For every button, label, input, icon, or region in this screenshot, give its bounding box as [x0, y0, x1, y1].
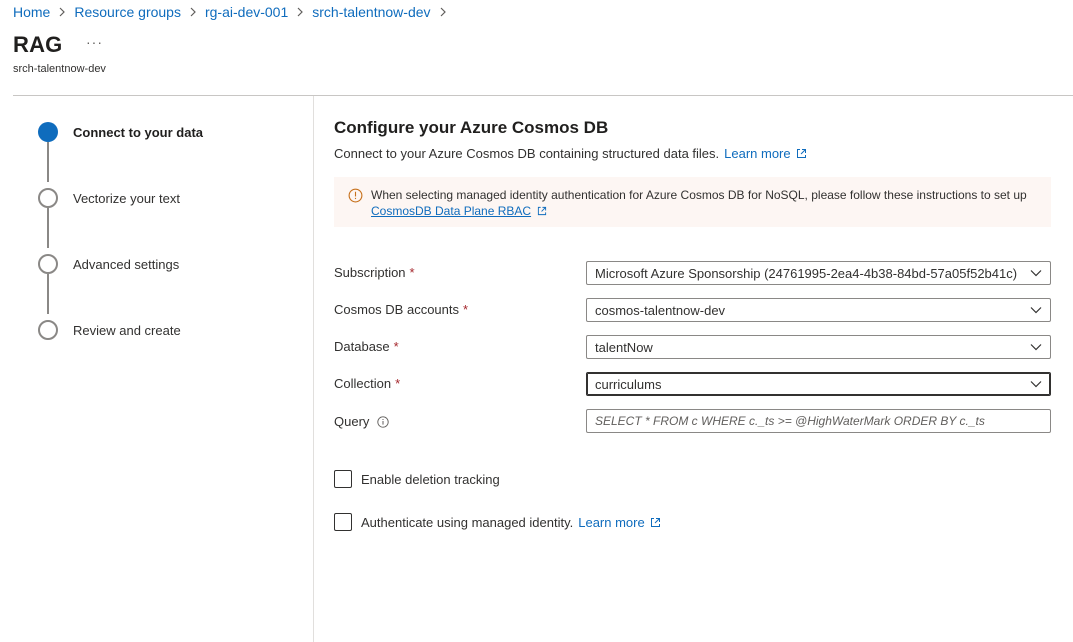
breadcrumb-resource-group[interactable]: rg-ai-dev-001	[205, 4, 288, 20]
managed-identity-learn-more-label: Learn more	[578, 514, 645, 530]
page-subtitle: srch-talentnow-dev	[13, 63, 106, 75]
header-divider	[13, 95, 1073, 96]
managed-identity-learn-more-link[interactable]: Learn more	[578, 515, 660, 530]
managed-identity-label-text: Authenticate using managed identity.	[361, 514, 574, 530]
page-title: RAG	[13, 32, 63, 57]
step-label: Connect to your data	[73, 124, 204, 140]
collection-label: Collection *	[334, 376, 400, 391]
section-description: Connect to your Azure Cosmos DB containi…	[334, 146, 807, 161]
step-indicator	[38, 320, 58, 340]
step-indicator	[38, 188, 58, 208]
step-connector	[47, 208, 49, 248]
database-value: talentNow	[595, 339, 653, 355]
deletion-tracking-checkbox-row[interactable]: Enable deletion tracking	[334, 470, 500, 488]
breadcrumb: Home Resource groups rg-ai-dev-001 srch-…	[13, 3, 455, 21]
section-title: Configure your Azure Cosmos DB	[334, 118, 609, 137]
chevron-right-icon	[190, 7, 196, 17]
info-icon[interactable]	[377, 415, 390, 428]
more-options-button[interactable]: ···	[86, 34, 103, 50]
external-link-icon	[538, 206, 547, 216]
banner-text: When selecting managed identity authenti…	[371, 187, 1037, 218]
required-indicator: *	[463, 302, 469, 317]
collection-value: curriculums	[595, 376, 662, 392]
rbac-link[interactable]: CosmosDB Data Plane RBAC	[371, 204, 531, 218]
collection-label-text: Collection	[334, 376, 392, 391]
step-connector	[47, 142, 49, 182]
learn-more-label: Learn more	[724, 146, 791, 161]
breadcrumb-resource-groups[interactable]: Resource groups	[74, 4, 181, 20]
query-input[interactable]	[586, 409, 1051, 433]
database-label-text: Database	[334, 339, 390, 354]
rbac-link-label: CosmosDB Data Plane RBAC	[371, 204, 532, 218]
step-connector	[47, 274, 49, 314]
query-label: Query	[334, 414, 390, 429]
step-label: Review and create	[73, 322, 181, 338]
managed-identity-checkbox[interactable]	[334, 513, 352, 531]
step-connect-data[interactable]: Connect to your data	[38, 122, 203, 142]
step-review-create[interactable]: Review and create	[38, 320, 181, 340]
required-indicator: *	[395, 376, 401, 391]
collection-dropdown[interactable]: curriculums	[586, 372, 1051, 396]
chevron-down-icon	[1030, 270, 1042, 277]
learn-more-link[interactable]: Learn more	[724, 146, 806, 161]
subscription-dropdown[interactable]: Microsoft Azure Sponsorship (24761995-2e…	[586, 261, 1051, 285]
subscription-value: Microsoft Azure Sponsorship (24761995-2e…	[595, 265, 1018, 281]
chevron-down-icon	[1030, 344, 1042, 351]
step-active-indicator	[38, 122, 58, 142]
query-label-text: Query	[334, 414, 370, 429]
chevron-down-icon	[1030, 307, 1042, 314]
description-text: Connect to your Azure Cosmos DB containi…	[334, 146, 720, 161]
breadcrumb-search-service[interactable]: srch-talentnow-dev	[312, 4, 430, 20]
step-indicator	[38, 254, 58, 274]
external-link-icon	[650, 517, 660, 527]
step-vectorize-text[interactable]: Vectorize your text	[38, 188, 180, 208]
cosmos-accounts-label-text: Cosmos DB accounts	[334, 302, 459, 317]
chevron-down-icon	[1030, 381, 1042, 388]
chevron-right-icon	[297, 7, 304, 17]
breadcrumb-home[interactable]: Home	[13, 4, 50, 20]
step-label: Vectorize your text	[73, 190, 180, 206]
banner-message: When selecting managed identity authenti…	[371, 188, 1027, 202]
cosmos-accounts-dropdown[interactable]: cosmos-talentnow-dev	[586, 298, 1051, 322]
chevron-right-icon	[440, 7, 446, 17]
info-banner: When selecting managed identity authenti…	[334, 177, 1051, 227]
step-label: Advanced settings	[73, 256, 180, 272]
warning-info-icon	[348, 188, 363, 203]
subscription-label-text: Subscription	[334, 265, 406, 280]
chevron-right-icon	[59, 7, 66, 17]
managed-identity-label: Authenticate using managed identity. Lea…	[361, 515, 661, 530]
required-indicator: *	[393, 339, 399, 354]
cosmos-accounts-value: cosmos-talentnow-dev	[595, 302, 726, 318]
managed-identity-checkbox-row[interactable]: Authenticate using managed identity. Lea…	[334, 513, 661, 531]
panel-divider	[313, 96, 314, 642]
deletion-tracking-checkbox[interactable]	[334, 470, 352, 488]
deletion-tracking-label: Enable deletion tracking	[361, 471, 500, 487]
required-indicator: *	[409, 265, 415, 280]
subscription-label: Subscription *	[334, 265, 415, 280]
database-dropdown[interactable]: talentNow	[586, 335, 1051, 359]
external-link-icon	[796, 149, 806, 158]
cosmos-accounts-label: Cosmos DB accounts *	[334, 302, 468, 317]
database-label: Database *	[334, 339, 399, 354]
step-advanced-settings[interactable]: Advanced settings	[38, 254, 179, 274]
